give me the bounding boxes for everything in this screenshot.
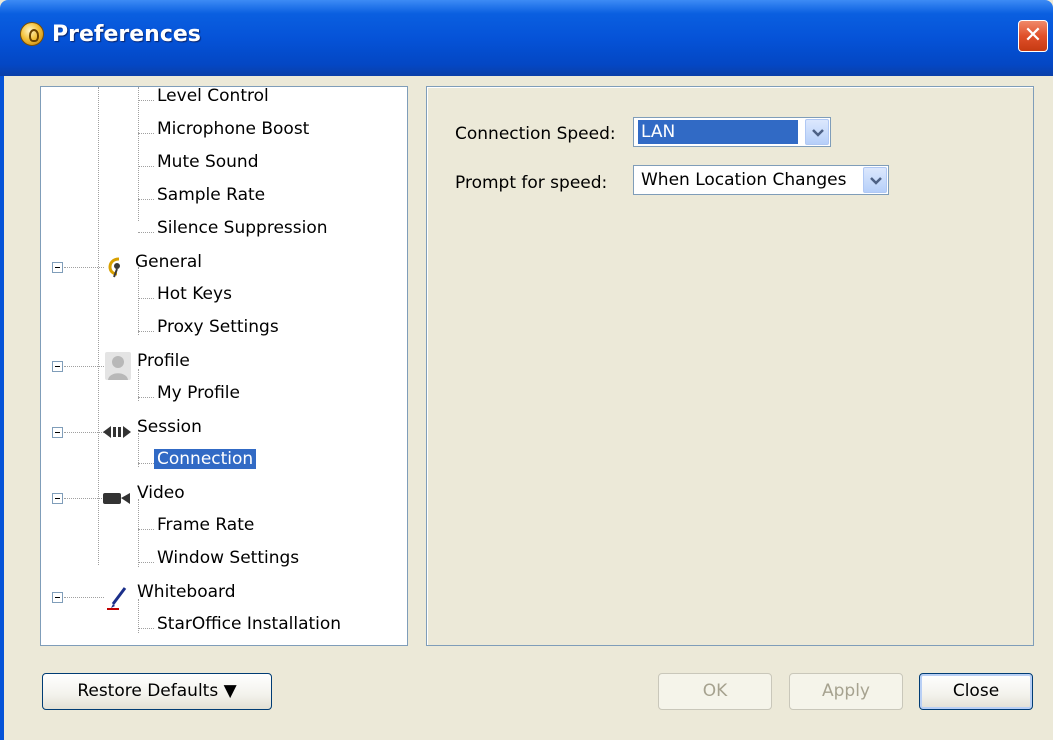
- tree-item-label: Video: [137, 483, 185, 503]
- tree-connector: [64, 498, 104, 499]
- tree-connector: [64, 267, 104, 268]
- video-icon: [103, 493, 130, 504]
- app-logo-icon: [20, 22, 44, 46]
- window-title: Preferences: [52, 22, 201, 47]
- tree-item-staroffice-installation[interactable]: StarOffice Installation: [41, 614, 381, 645]
- preferences-tree[interactable]: Level Control Microphone Boost Mute Soun…: [40, 86, 408, 646]
- tree-connector: [138, 562, 154, 563]
- tree-item-label: Microphone Boost: [157, 119, 310, 139]
- profile-icon: [105, 352, 131, 380]
- tree-item-label-selected: Connection: [154, 449, 257, 469]
- restore-defaults-button[interactable]: Restore Defaults ▼: [42, 673, 272, 710]
- tree-item-whiteboard[interactable]: Whiteboard: [41, 582, 381, 615]
- close-button[interactable]: Close: [919, 673, 1033, 710]
- tree-item-label: Proxy Settings: [157, 317, 279, 337]
- ok-button[interactable]: OK: [658, 673, 772, 710]
- tree-item-level-control[interactable]: Level Control: [41, 87, 381, 120]
- tree-connector: [138, 397, 154, 398]
- tree-item-general[interactable]: General: [41, 252, 381, 285]
- tree-item-label: Frame Rate: [157, 515, 255, 535]
- tree-connector: [138, 100, 154, 101]
- collapse-toggle-icon[interactable]: [52, 592, 63, 603]
- whiteboard-pen-icon: [107, 587, 127, 610]
- collapse-toggle-icon[interactable]: [52, 493, 63, 504]
- apply-button[interactable]: Apply: [789, 673, 903, 710]
- tree-item-frame-rate[interactable]: Frame Rate: [41, 515, 381, 549]
- tree-connector: [138, 628, 154, 629]
- tree-item-microphone-boost[interactable]: Microphone Boost: [41, 119, 381, 153]
- window-frame: [0, 76, 4, 740]
- tree-connector: [64, 597, 104, 598]
- tree-item-label: Mute Sound: [157, 152, 259, 172]
- chevron-down-icon: [812, 129, 824, 137]
- tree-connector: [138, 529, 154, 530]
- connection-speed-value: LAN: [638, 120, 798, 144]
- tree-item-label: Window Settings: [157, 548, 300, 568]
- tree-item-label: Session: [137, 417, 202, 437]
- general-icon: [108, 257, 120, 278]
- tree-connector: [64, 432, 104, 433]
- dropdown-button[interactable]: [805, 119, 829, 145]
- tree-item-label: My Profile: [157, 383, 240, 403]
- connection-speed-label: Connection Speed:: [455, 124, 616, 144]
- tree-item-proxy-settings[interactable]: Proxy Settings: [41, 317, 381, 351]
- tree-item-connection[interactable]: Connection: [41, 449, 381, 483]
- collapse-toggle-icon[interactable]: [52, 427, 63, 438]
- tree-item-label: Hot Keys: [157, 284, 232, 304]
- tree-connector: [138, 298, 154, 299]
- tree-item-label: General: [135, 252, 202, 272]
- tree-item-profile[interactable]: Profile: [41, 351, 381, 384]
- prompt-for-speed-label: Prompt for speed:: [455, 173, 608, 193]
- tree-connector: [138, 232, 154, 233]
- settings-panel: Connection Speed: LAN Prompt for speed: …: [426, 86, 1034, 646]
- dropdown-button[interactable]: [863, 167, 887, 193]
- close-window-button[interactable]: ✕: [1018, 20, 1048, 52]
- prompt-for-speed-select[interactable]: When Location Changes: [633, 165, 889, 195]
- tree-connector: [138, 199, 154, 200]
- collapse-toggle-icon[interactable]: [52, 262, 63, 273]
- tree-item-sample-rate[interactable]: Sample Rate: [41, 185, 381, 219]
- tree-item-hot-keys[interactable]: Hot Keys: [41, 284, 381, 318]
- tree-connector: [138, 463, 154, 464]
- prompt-for-speed-value: When Location Changes: [641, 170, 847, 190]
- tree-item-label: Sample Rate: [157, 185, 266, 205]
- tree-item-mute-sound[interactable]: Mute Sound: [41, 152, 381, 186]
- tree-item-window-settings[interactable]: Window Settings: [41, 548, 381, 582]
- title-bar[interactable]: Preferences ✕: [0, 0, 1053, 76]
- tree-item-my-profile[interactable]: My Profile: [41, 383, 381, 417]
- chevron-down-icon: [870, 177, 882, 185]
- tree-item-label: Profile: [137, 351, 190, 371]
- session-icon: [103, 426, 131, 438]
- tree-connector: [64, 366, 104, 367]
- tree-item-label: StarOffice Installation: [157, 614, 342, 634]
- tree-item-label: Whiteboard: [137, 582, 236, 602]
- tree-connector: [138, 331, 154, 332]
- tree-connector: [138, 133, 154, 134]
- tree-item-label: Level Control: [157, 86, 269, 106]
- tree-item-label: Silence Suppression: [157, 218, 328, 238]
- tree-item-session[interactable]: Session: [41, 417, 381, 450]
- tree-item-video[interactable]: Video: [41, 483, 381, 516]
- tree-connector: [138, 166, 154, 167]
- tree-item-silence-suppression[interactable]: Silence Suppression: [41, 218, 381, 252]
- collapse-toggle-icon[interactable]: [52, 361, 63, 372]
- connection-speed-select[interactable]: LAN: [633, 117, 831, 147]
